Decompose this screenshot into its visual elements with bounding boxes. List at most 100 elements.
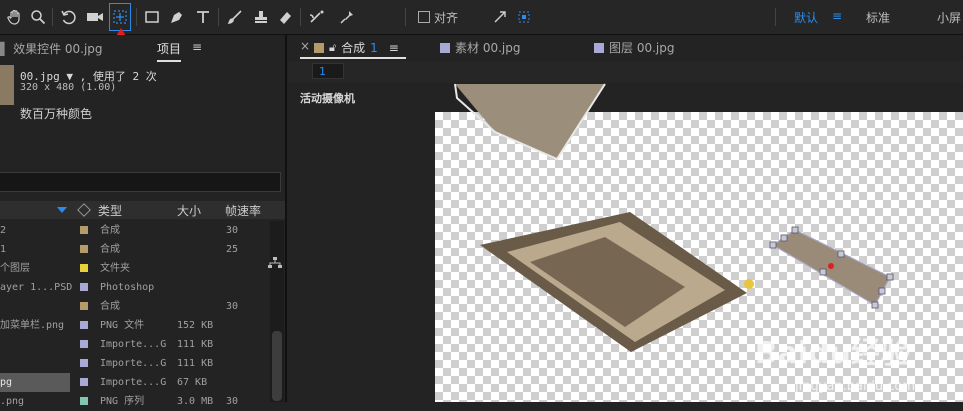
workspace-standard[interactable]: 标准 bbox=[866, 9, 890, 26]
row-label-color[interactable] bbox=[80, 283, 88, 291]
row-label-color[interactable] bbox=[80, 302, 88, 310]
workspace-menu-icon[interactable]: ≡ bbox=[832, 9, 842, 23]
baidu-watermark-url: jingyan.baidu.com bbox=[795, 379, 915, 394]
row-label-color[interactable] bbox=[80, 245, 88, 253]
clone-stamp-icon[interactable] bbox=[250, 4, 272, 30]
row-label-color[interactable] bbox=[80, 397, 88, 405]
row-size: 67 KB bbox=[177, 377, 208, 388]
anchor-point-icon[interactable] bbox=[744, 279, 754, 289]
toolbar-divider bbox=[405, 8, 406, 26]
comp-navigator-button[interactable]: 1 bbox=[312, 63, 344, 79]
row-size: 111 KB bbox=[177, 339, 214, 350]
puppet-pin-icon[interactable] bbox=[336, 4, 358, 30]
file-dimensions: 320 x 480 (1.00) bbox=[20, 82, 117, 93]
column-fps[interactable]: 帧速率 bbox=[225, 202, 261, 219]
column-size[interactable]: 大小 bbox=[177, 202, 201, 219]
brush-icon[interactable] bbox=[224, 4, 246, 30]
column-type[interactable]: 类型 bbox=[98, 202, 122, 219]
tab-layer[interactable]: 图层 00.jpg bbox=[594, 39, 674, 56]
row-label-color[interactable] bbox=[80, 321, 88, 329]
table-row[interactable]: 1 合成 25 bbox=[0, 240, 270, 259]
tab-effect-controls-label: 效果控件 00.jpg bbox=[13, 42, 103, 56]
row-name: ayer 1...PSD bbox=[0, 282, 72, 293]
panel-menu-icon[interactable]: ≡ bbox=[192, 40, 202, 54]
row-label-color[interactable] bbox=[80, 340, 88, 348]
align-checkbox[interactable]: 对齐 bbox=[418, 4, 458, 30]
project-items-list: 2 合成 30 1 合成 25 个图层 文件夹 ayer 1...PSD Photoshop 合成 3… bbox=[0, 221, 270, 411]
tab-footage-label: 素材 00.jpg bbox=[455, 41, 521, 55]
tab-menu-icon[interactable]: ≡ bbox=[389, 41, 399, 55]
tab-layer-label: 图层 00.jpg bbox=[609, 41, 675, 55]
composition-viewer[interactable]: 活动摄像机 Baidu经验 jingyan.baidu.com bbox=[288, 83, 963, 402]
row-name: 加菜单栏.png bbox=[0, 320, 65, 331]
composition-navigator: 1 bbox=[288, 61, 963, 83]
table-row[interactable]: 2 合成 30 bbox=[0, 221, 270, 240]
layer-anchor-icon[interactable] bbox=[828, 263, 834, 269]
scroll-thumb[interactable] bbox=[272, 331, 282, 401]
workspace-small-screen[interactable]: 小屏 bbox=[937, 9, 961, 26]
row-type: 合成 bbox=[100, 244, 120, 255]
eraser-icon[interactable] bbox=[274, 4, 296, 30]
flowchart-icon[interactable] bbox=[268, 257, 282, 269]
row-type: 合成 bbox=[100, 301, 120, 312]
active-tab-underline bbox=[300, 57, 406, 59]
tab-footage[interactable]: 素材 00.jpg bbox=[440, 39, 520, 56]
table-row[interactable]: Importe...G 111 KB bbox=[0, 335, 270, 354]
toolbar-divider bbox=[300, 8, 301, 26]
roto-brush-icon[interactable] bbox=[306, 4, 328, 30]
rotate-icon[interactable] bbox=[58, 4, 80, 30]
row-label-color[interactable] bbox=[80, 359, 88, 367]
row-name bbox=[0, 297, 72, 316]
type-icon[interactable] bbox=[192, 4, 214, 30]
row-name: 1 bbox=[0, 244, 7, 255]
row-type: 合成 bbox=[100, 225, 120, 236]
file-color-depth: 数百万种颜色 bbox=[20, 107, 93, 121]
table-row[interactable]: 个图层 文件夹 bbox=[0, 259, 270, 278]
tab-effect-controls[interactable]: ▌ 效果控件 00.jpg bbox=[0, 40, 103, 57]
row-fps: 30 bbox=[226, 301, 239, 312]
expand-icon[interactable] bbox=[490, 4, 510, 30]
left-panel-tabs: ▌ 效果控件 00.jpg 项目 ≡ bbox=[0, 35, 285, 62]
composition-panel: × 🔓︎ 合成 1 ≡ 素材 00.jpg 图层 00.jpg 1 活动摄像机 bbox=[288, 35, 963, 402]
camera-icon[interactable] bbox=[84, 4, 106, 30]
pen-icon[interactable] bbox=[166, 4, 188, 30]
checkbox-box[interactable] bbox=[418, 11, 430, 23]
row-label-color[interactable] bbox=[80, 264, 88, 272]
table-row[interactable]: 加菜单栏.png PNG 文件 152 KB bbox=[0, 316, 270, 335]
tab-composition[interactable]: 🔓︎ 合成 1 ≡ bbox=[314, 39, 399, 56]
row-size: 111 KB bbox=[177, 358, 214, 369]
row-label-color[interactable] bbox=[80, 378, 88, 386]
row-name bbox=[0, 335, 72, 354]
sort-down-icon[interactable] bbox=[57, 207, 67, 213]
hand-icon[interactable] bbox=[4, 4, 26, 30]
toolbar-divider bbox=[52, 8, 53, 26]
toolbar: 对齐 默认 ≡ 标准 小屏 bbox=[0, 0, 963, 35]
table-row[interactable]: pg Importe...G 67 KB bbox=[0, 373, 270, 392]
row-label-color[interactable] bbox=[80, 226, 88, 234]
table-row[interactable]: ayer 1...PSD Photoshop bbox=[0, 278, 270, 297]
table-row[interactable]: 合成 30 bbox=[0, 297, 270, 316]
tab-composition-label: 合成 bbox=[341, 41, 366, 55]
project-search-input[interactable] bbox=[0, 172, 281, 192]
pan-behind-icon[interactable] bbox=[109, 3, 131, 31]
table-row[interactable]: Importe...G 111 KB bbox=[0, 354, 270, 373]
row-size: 152 KB bbox=[177, 320, 214, 331]
row-type: Importe...G bbox=[100, 358, 167, 369]
table-header: 类型 大小 帧速率 bbox=[0, 201, 285, 219]
transparency-canvas[interactable]: Baidu经验 jingyan.baidu.com bbox=[435, 83, 963, 402]
file-thumbnail bbox=[0, 65, 14, 105]
tab-project[interactable]: 项目 bbox=[157, 40, 182, 62]
label-tag-icon[interactable] bbox=[77, 203, 91, 217]
row-name: 个图层 bbox=[0, 263, 30, 274]
lock-icon: 🔓︎ bbox=[329, 40, 337, 54]
snap-grid-icon[interactable] bbox=[514, 4, 534, 30]
row-type: PNG 文件 bbox=[100, 320, 145, 331]
project-panel: ▌ 效果控件 00.jpg 项目 ≡ 00.jpg ▼ , 使用了 2 次 32… bbox=[0, 35, 287, 407]
rectangle-icon[interactable] bbox=[142, 4, 162, 30]
row-name: 2 bbox=[0, 225, 7, 236]
workspace-default[interactable]: 默认 bbox=[794, 9, 818, 26]
zoom-icon[interactable] bbox=[28, 4, 48, 30]
close-tab-icon[interactable]: × bbox=[300, 39, 310, 53]
baidu-watermark: Baidu经验 bbox=[754, 336, 911, 371]
scrollbar[interactable] bbox=[270, 221, 284, 402]
